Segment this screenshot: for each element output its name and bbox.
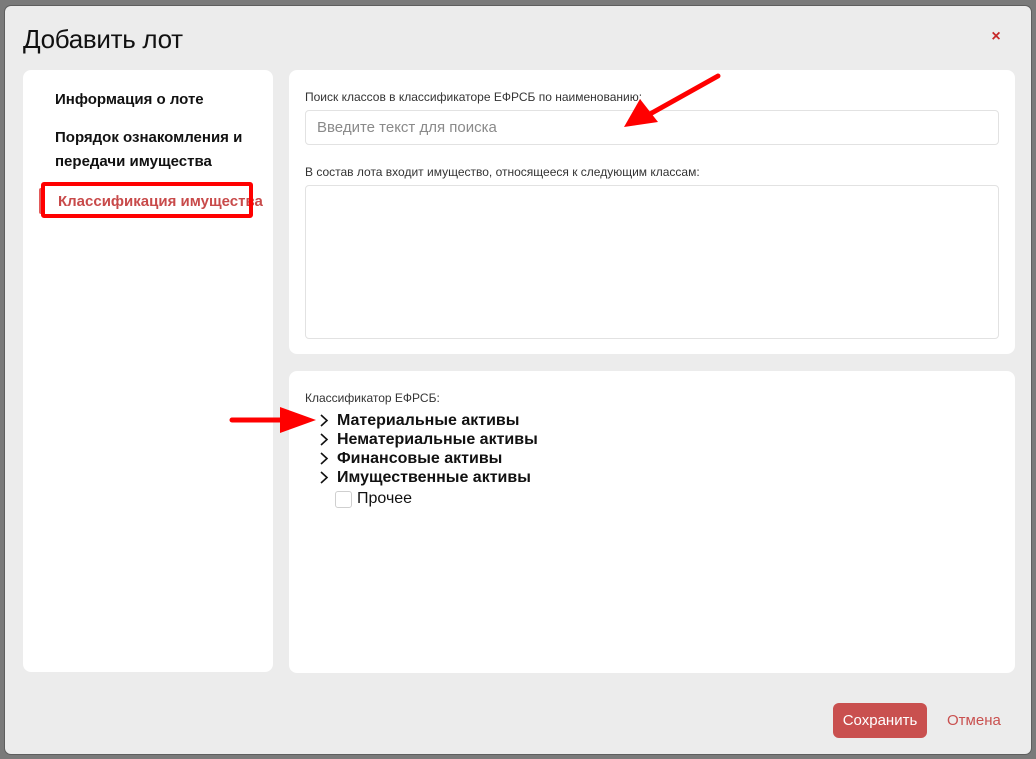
search-panel: Поиск классов в классификаторе ЕФРСБ по …: [289, 70, 1015, 354]
search-label: Поиск классов в классификаторе ЕФРСБ по …: [305, 90, 643, 104]
sidebar-item-inspection-order[interactable]: Порядок ознакомления и передачи имуществ…: [55, 126, 245, 174]
other-checkbox[interactable]: [335, 490, 352, 508]
chevron-right-icon[interactable]: [317, 449, 337, 468]
tree-node-label: Финансовые активы: [337, 449, 503, 467]
tree-leaf-other: Прочее: [335, 488, 538, 510]
add-lot-dialog: Добавить лот × Информация о лоте Порядок…: [5, 6, 1031, 754]
chevron-right-icon[interactable]: [317, 430, 337, 449]
selected-classes-box[interactable]: [305, 185, 999, 339]
tree-node-label: Нематериальные активы: [337, 430, 538, 448]
chevron-right-icon[interactable]: [317, 468, 337, 487]
tree-node-label: Материальные активы: [337, 411, 520, 429]
close-icon[interactable]: ×: [987, 28, 1005, 46]
tree-leaf-label: Прочее: [357, 490, 413, 507]
tree-node-intangible-assets[interactable]: Нематериальные активы: [317, 430, 538, 449]
save-button[interactable]: Сохранить: [833, 703, 927, 738]
chevron-right-icon[interactable]: [317, 411, 337, 430]
tree-node-material-assets[interactable]: Материальные активы: [317, 411, 538, 430]
tree-node-label: Имущественные активы: [337, 468, 531, 486]
classifier-label: Классификатор ЕФРСБ:: [305, 391, 440, 405]
classifier-panel: Классификатор ЕФРСБ: Материальные активы…: [289, 371, 1015, 673]
sidebar: Информация о лоте Порядок ознакомления и…: [23, 70, 273, 672]
tree-node-property-assets[interactable]: Имущественные активы: [317, 468, 538, 487]
annotation-highlight-box: [41, 182, 253, 218]
dialog-title: Добавить лот: [23, 24, 183, 54]
classifier-tree: Материальные активы Нематериальные актив…: [317, 411, 538, 510]
sidebar-item-lot-info[interactable]: Информация о лоте: [55, 88, 204, 112]
search-input[interactable]: [305, 110, 999, 145]
selected-classes-label: В состав лота входит имущество, относяще…: [305, 165, 700, 179]
cancel-button[interactable]: Отмена: [947, 703, 1001, 738]
tree-node-financial-assets[interactable]: Финансовые активы: [317, 449, 538, 468]
